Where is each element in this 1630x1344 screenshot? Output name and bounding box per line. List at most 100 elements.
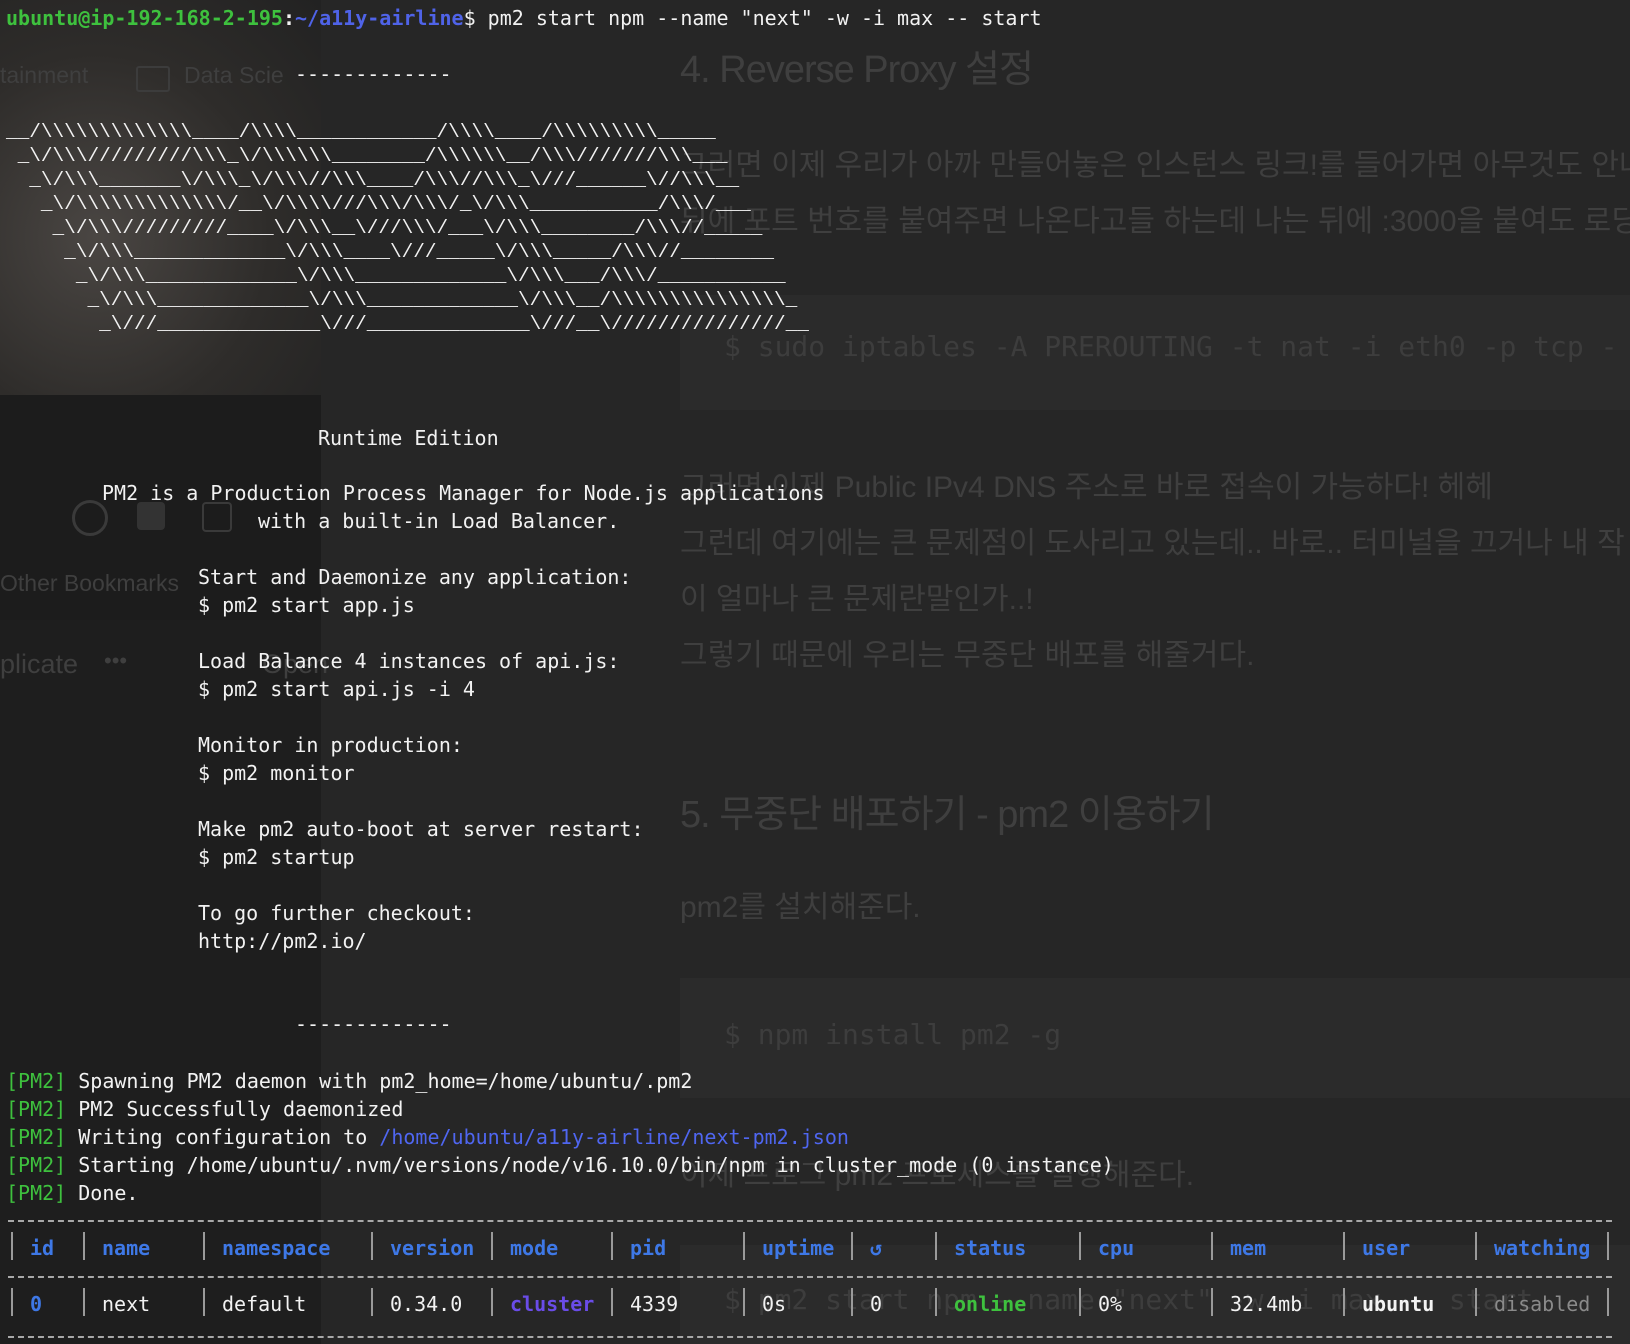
prompt-separator: : <box>282 6 295 30</box>
col-sep <box>83 1232 85 1260</box>
cell-uptime: 0s <box>762 1292 787 1316</box>
col-sep <box>1475 1288 1477 1316</box>
col-sep <box>491 1232 493 1260</box>
log-tag: [PM2] <box>6 1181 67 1205</box>
col-sep <box>1343 1288 1345 1316</box>
table-border-bottom <box>8 1336 1612 1338</box>
cell-restarts: 0 <box>870 1292 883 1316</box>
cell-namespace: default <box>222 1292 307 1316</box>
col-sep <box>1211 1232 1213 1260</box>
column-header-uptime: uptime <box>762 1236 835 1260</box>
col-sep <box>1607 1288 1609 1316</box>
cell-status: online <box>954 1292 1027 1316</box>
divider-bottom: ------------- <box>295 1012 452 1036</box>
column-header-cpu: cpu <box>1098 1236 1135 1260</box>
log-line-4: [PM2] Starting /home/ubuntu/.nvm/version… <box>6 1151 1114 1179</box>
column-header-user: user <box>1362 1236 1411 1260</box>
col-sep <box>743 1232 745 1260</box>
col-sep <box>1079 1232 1081 1260</box>
column-header-id: id <box>30 1236 55 1260</box>
col-sep <box>851 1232 853 1260</box>
more-icon[interactable]: ••• <box>104 648 127 674</box>
table-header-divider <box>8 1276 1612 1278</box>
blog-para-2-line-3: 이 얼마나 큰 문제란말인가..! <box>680 583 1034 616</box>
column-header-pid: pid <box>630 1236 667 1260</box>
column-header-mem: mem <box>1230 1236 1267 1260</box>
column-header-watching: watching <box>1494 1236 1591 1260</box>
column-header-mode: mode <box>510 1236 559 1260</box>
col-sep <box>935 1288 937 1316</box>
cell-mem: 32.4mb <box>1230 1292 1303 1316</box>
log-text: PM2 Successfully daemonized <box>78 1097 404 1121</box>
log-text: Starting /home/ubuntu/.nvm/versions/node… <box>78 1153 1114 1177</box>
blog-para-2-line-4: 그렇기 때문에 우리는 무중단 배포를 해줄거다. <box>680 639 1255 672</box>
help-loadbalance-title: Load Balance 4 instances of api.js: <box>198 649 620 673</box>
blog-para-1-line-2: 뒤에 포트 번호를 붙여주면 나온다고들 하는데 나는 뒤에 :3000을 붙여… <box>680 205 1630 238</box>
col-sep <box>203 1288 205 1316</box>
col-sep <box>1079 1288 1081 1316</box>
log-text: Done. <box>78 1181 139 1205</box>
column-header-restarts: ↺ <box>870 1236 883 1260</box>
pm2-tagline-1: PM2 is a Production Process Manager for … <box>102 481 825 505</box>
prompt-user: ubuntu@ip-192-168-2-195 <box>6 6 283 30</box>
cell-cpu: 0% <box>1098 1292 1123 1316</box>
log-line-1: [PM2] Spawning PM2 daemon with pm2_home=… <box>6 1067 692 1095</box>
prompt-path: ~/a11y-airline <box>295 6 464 30</box>
col-sep <box>371 1288 373 1316</box>
col-sep <box>203 1232 205 1260</box>
col-sep <box>1211 1288 1213 1316</box>
pm2-tagline-2: with a built-in Load Balancer. <box>258 509 620 533</box>
blog-code-2: $ npm install pm2 -g <box>724 1018 1062 1051</box>
col-sep <box>491 1288 493 1316</box>
col-sep <box>935 1232 937 1260</box>
col-sep <box>851 1288 853 1316</box>
terminal-command: pm2 start npm --name "next" -w -i max --… <box>475 6 1042 30</box>
col-sep <box>371 1232 373 1260</box>
log-line-5: [PM2] Done. <box>6 1179 138 1207</box>
help-loadbalance-cmd: $ pm2 start api.js -i 4 <box>198 677 475 701</box>
bookmark-data-science[interactable]: Data Scie <box>184 62 284 89</box>
duplicate-button[interactable]: plicate <box>0 649 78 680</box>
col-sep <box>1343 1232 1345 1260</box>
table-border-top <box>8 1220 1612 1222</box>
log-tag: [PM2] <box>6 1097 67 1121</box>
column-header-name: name <box>102 1236 151 1260</box>
pm2-ascii-logo: __/\\\\\\\\\\\\\____/\\\\____________/\\… <box>6 121 809 335</box>
bookmark-other[interactable]: Other Bookmarks <box>0 570 179 597</box>
log-text: Writing configuration to <box>78 1125 380 1149</box>
cell-user: ubuntu <box>1362 1292 1435 1316</box>
config-path-link[interactable]: /home/ubuntu/a11y-airline/next-pm2.json <box>379 1125 849 1149</box>
cell-version: 0.34.0 <box>390 1292 463 1316</box>
help-startup-title: Make pm2 auto-boot at server restart: <box>198 817 644 841</box>
log-tag: [PM2] <box>6 1125 67 1149</box>
cell-id: 0 <box>30 1292 43 1316</box>
col-sep <box>1607 1232 1609 1260</box>
help-start-title: Start and Daemonize any application: <box>198 565 632 589</box>
prompt-symbol: $ <box>463 6 476 30</box>
cell-watching: disabled <box>1494 1292 1591 1316</box>
column-header-status: status <box>954 1236 1027 1260</box>
cell-name: next <box>102 1292 151 1316</box>
col-sep <box>743 1288 745 1316</box>
col-sep <box>611 1232 613 1260</box>
blog-code-1: $ sudo iptables -A PREROUTING -t nat -i … <box>724 330 1618 363</box>
divider-top: ------------- <box>295 62 452 86</box>
col-sep <box>11 1288 13 1316</box>
column-header-version: version <box>390 1236 475 1260</box>
log-tag: [PM2] <box>6 1069 67 1093</box>
blog-heading-5: 5. 무중단 배포하기 - pm2 이용하기 <box>680 794 1215 836</box>
bookmark-entertainment[interactable]: tainment <box>0 62 88 89</box>
help-startup-cmd: $ pm2 startup <box>198 845 355 869</box>
help-start-cmd: $ pm2 start app.js <box>198 593 415 617</box>
col-sep <box>11 1232 13 1260</box>
log-tag: [PM2] <box>6 1153 67 1177</box>
blog-para-1-line-1: 그러면 이제 우리가 아까 만들어놓은 인스턴스 링크!를 들어가면 아무것도 … <box>680 149 1630 182</box>
runtime-edition: Runtime Edition <box>318 426 499 450</box>
col-sep <box>611 1288 613 1316</box>
log-line-3: [PM2] Writing configuration to /home/ubu… <box>6 1123 849 1151</box>
help-monitor-cmd: $ pm2 monitor <box>198 761 355 785</box>
help-further-link[interactable]: http://pm2.io/ <box>198 927 367 955</box>
folder-icon <box>136 66 170 92</box>
log-line-2: [PM2] PM2 Successfully daemonized <box>6 1095 403 1123</box>
blog-para-3: pm2를 설치해준다. <box>680 891 921 924</box>
